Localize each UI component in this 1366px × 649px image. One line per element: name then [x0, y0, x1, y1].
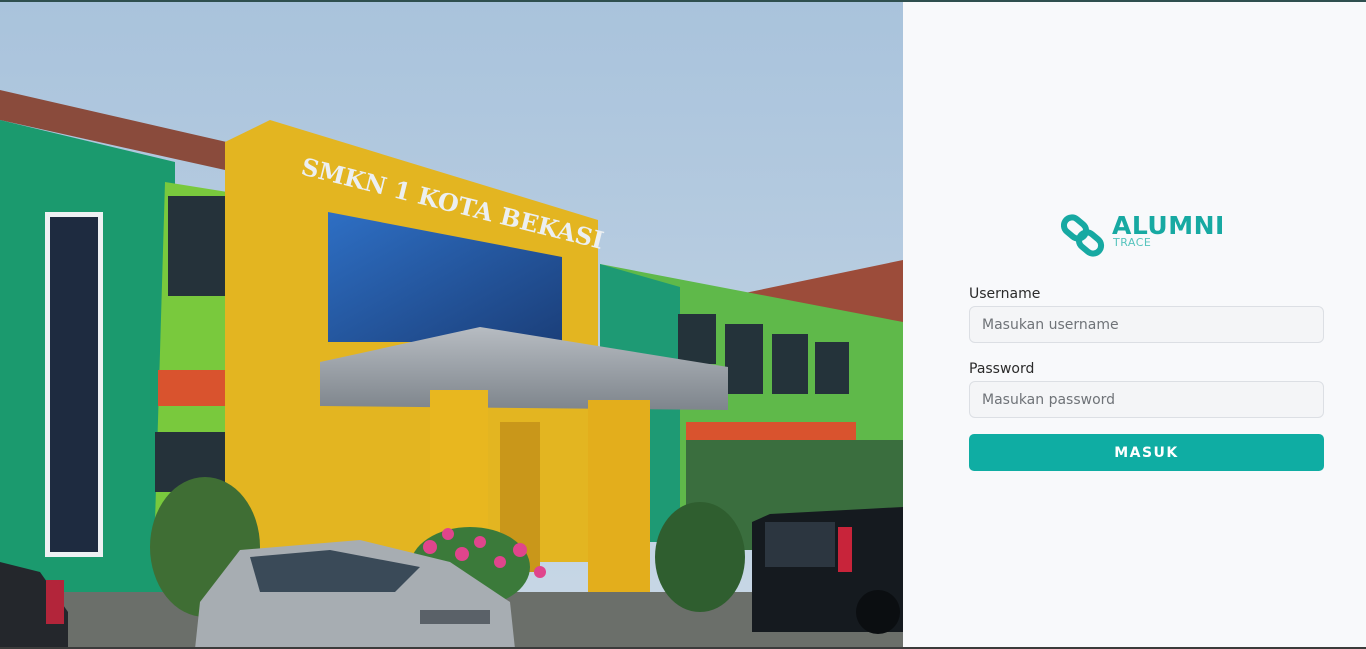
- login-panel: ALUMNI TRACE Username Password MASUK: [903, 2, 1366, 649]
- login-form: Username Password MASUK: [969, 285, 1324, 471]
- chain-link-icon: [1060, 214, 1105, 257]
- password-label: Password: [969, 361, 1035, 377]
- password-input[interactable]: [969, 381, 1324, 418]
- login-submit-button[interactable]: MASUK: [969, 434, 1324, 471]
- brand-tagline: TRACE: [1113, 236, 1152, 249]
- school-building-photo: SMKN 1 KOTA BEKASI: [0, 2, 903, 649]
- username-label: Username: [969, 286, 1041, 302]
- username-input[interactable]: [969, 306, 1324, 343]
- alumni-trace-logo: ALUMNI TRACE: [1060, 212, 1240, 258]
- login-page: SMKN 1 KOTA BEKASI ALUMNI TRACE Username…: [0, 0, 1366, 649]
